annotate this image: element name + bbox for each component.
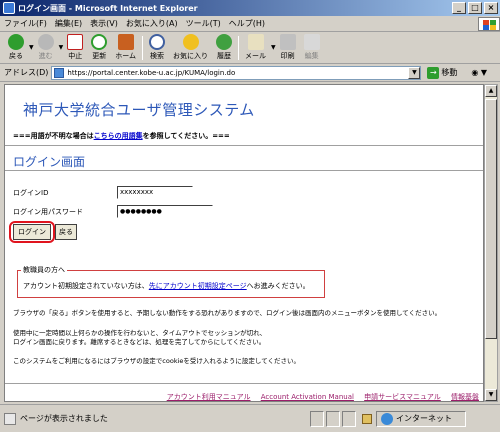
account-setup-link[interactable]: 先にアカウント初期設定ページ: [149, 282, 247, 290]
mail-icon: [247, 34, 264, 50]
security-zone[interactable]: インターネット: [376, 410, 466, 427]
scroll-up-button[interactable]: ▲: [485, 85, 497, 97]
footer-links: アカウント利用マニュアル Account Activation Manual 申…: [159, 392, 479, 401]
divider: [5, 145, 483, 146]
glossary-link[interactable]: こちらの用語集: [94, 132, 143, 140]
ie-icon: [3, 2, 15, 14]
windows-logo-icon: [478, 16, 500, 31]
extension-icon[interactable]: ◉ ▼: [471, 68, 487, 77]
address-url[interactable]: https://portal.center.kobe-u.ac.jp/KUMA/…: [67, 69, 408, 77]
login-button[interactable]: ログイン: [13, 224, 51, 240]
system-title: 神戸大学統合ユーザ管理システム: [23, 101, 255, 119]
stop-button[interactable]: 中止: [63, 33, 87, 63]
toolbar-separator: [238, 35, 240, 60]
history-icon: [216, 34, 233, 50]
maximize-button[interactable]: □: [468, 2, 482, 14]
password-label: ログイン用パスワード: [13, 208, 83, 216]
login-id-label: ログインID: [13, 189, 49, 197]
divider: [5, 383, 483, 384]
favorites-button[interactable]: お気に入り: [169, 33, 212, 63]
status-cell: [310, 410, 324, 427]
status-text: ページが表示されました: [20, 414, 108, 423]
status-cell: [342, 410, 356, 427]
scroll-thumb[interactable]: [485, 99, 497, 339]
glossary-notice: ===用語が不明な場合はこちらの用語集を参照してください。===: [13, 132, 230, 140]
edit-icon: [303, 34, 320, 50]
window-title: ログイン画面 - Microsoft Internet Explorer: [18, 3, 198, 13]
back-arrow-icon: [8, 34, 24, 50]
star-icon: [182, 34, 199, 50]
home-icon: [117, 34, 134, 50]
globe-icon: [381, 412, 393, 425]
page-icon: [54, 67, 65, 78]
minimize-button[interactable]: _: [452, 2, 466, 14]
menu-file[interactable]: ファイル(F): [0, 18, 51, 29]
home-button[interactable]: ホーム: [111, 33, 140, 63]
title-bar: ログイン画面 - Microsoft Internet Explorer _ □…: [0, 0, 500, 16]
divider: [5, 170, 483, 171]
menu-bar: ファイル(F) 編集(E) 表示(V) お気に入り(A) ツール(T) ヘルプ(…: [0, 16, 500, 32]
close-button[interactable]: ×: [484, 2, 498, 14]
status-bar: ページが表示されました インターネット: [0, 404, 500, 432]
menu-view[interactable]: 表示(V): [86, 18, 122, 29]
address-dropdown[interactable]: ▼: [408, 66, 421, 79]
page-status-icon: [4, 412, 16, 425]
menu-favorites[interactable]: お気に入り(A): [122, 18, 182, 29]
back-page-button[interactable]: 戻る: [55, 224, 77, 240]
login-id-field[interactable]: xxxxxxxx: [117, 186, 193, 199]
toolbar-separator: [142, 35, 144, 60]
cookie-notice: このシステムをご利用になるにはブラウザの設定でcookieを受け入れるように設定…: [13, 357, 301, 365]
address-bar: アドレス(D) https://portal.center.kobe-u.ac.…: [0, 64, 500, 82]
go-arrow-icon: →: [427, 66, 440, 79]
back-button-warning: ブラウザの「戻る」ボタンを使用すると、予期しない動作をする恐れがありますので、ロ…: [13, 309, 442, 317]
search-button[interactable]: 検索: [145, 33, 169, 63]
menu-help[interactable]: ヘルプ(H): [225, 18, 269, 29]
mail-button[interactable]: メール: [241, 33, 270, 63]
activation-manual-link[interactable]: Account Activation Manual: [261, 393, 354, 401]
back-button[interactable]: 戻る: [4, 33, 28, 63]
page-content: 神戸大学統合ユーザ管理システム ===用語が不明な場合はこちらの用語集を参照して…: [4, 84, 484, 402]
status-cell: [326, 410, 340, 427]
infrastructure-link[interactable]: 情報基盤: [451, 393, 479, 401]
forward-button[interactable]: 進む: [34, 33, 58, 63]
search-icon: [149, 34, 166, 50]
lock-icon: [362, 413, 372, 424]
scroll-down-button[interactable]: ▼: [485, 389, 497, 401]
password-field[interactable]: ●●●●●●●●: [117, 205, 213, 218]
history-button[interactable]: 履歴: [212, 33, 236, 63]
go-button[interactable]: → 移動: [427, 66, 457, 79]
address-label: アドレス(D): [4, 68, 49, 77]
stop-icon: [67, 34, 84, 50]
menu-edit[interactable]: 編集(E): [51, 18, 86, 29]
printer-icon: [279, 34, 296, 50]
refresh-button[interactable]: 更新: [87, 33, 111, 63]
account-manual-link[interactable]: アカウント利用マニュアル: [167, 393, 251, 401]
edit-button[interactable]: 編集: [300, 33, 324, 63]
faculty-notice-text: アカウント初期設定されていない方は、先にアカウント初期設定ページへお進みください…: [23, 282, 310, 290]
service-manual-link[interactable]: 申請サービスマニュアル: [364, 393, 441, 401]
faculty-legend: 教職員の方へ: [21, 265, 67, 275]
menu-tools[interactable]: ツール(T): [182, 18, 225, 29]
refresh-icon: [91, 34, 108, 50]
page-title: ログイン画面: [13, 155, 86, 169]
vertical-scrollbar[interactable]: ▲ ▼: [484, 84, 498, 402]
toolbar: 戻る ▼ 進む ▼ 中止 更新 ホーム 検索 お気に入り 履歴 メール ▼ 印刷: [0, 32, 500, 64]
timeout-notice-line2: ログイン画面に戻ります。離席するときなどは、処理を完了してからにしてください。: [13, 338, 266, 346]
address-input[interactable]: https://portal.center.kobe-u.ac.jp/KUMA/…: [51, 65, 422, 80]
print-button[interactable]: 印刷: [276, 33, 300, 63]
forward-arrow-icon: [37, 34, 54, 50]
